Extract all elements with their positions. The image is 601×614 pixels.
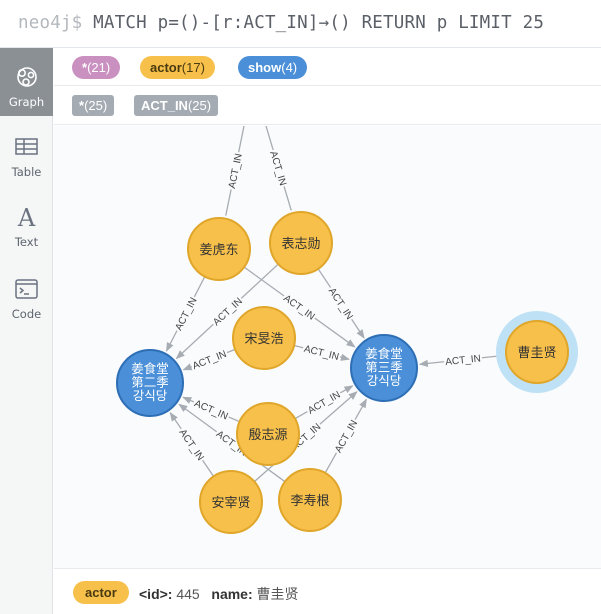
relationship-edge[interactable]: ACT_IN — [169, 412, 215, 477]
table-icon — [15, 138, 38, 155]
graph-canvas[interactable]: ACT_IN ACT_IN ACT_IN ACT_IN ACT_IN ACT_IN ACT_… — [54, 125, 601, 568]
actor-node-label: 表志勋 — [281, 237, 320, 252]
relationship-label: ACT_IN — [177, 427, 206, 463]
relationship-edge[interactable]: ACT_IN — [182, 396, 240, 423]
label-pill-show[interactable]: show(4) — [238, 56, 308, 79]
selected-node-properties: <id>: 445 name: 曹圭贤 — [139, 584, 299, 604]
actor-node-label: 安宰贤 — [211, 495, 250, 511]
name-value: 曹圭贤 — [256, 586, 299, 602]
actor-node-label: 殷志源 — [248, 428, 287, 443]
actor-node[interactable]: 表志勋 — [269, 211, 333, 275]
query-text[interactable]: neo4j$ MATCH p=()-[r:ACT_IN]→() RETURN p… — [18, 13, 544, 33]
node-label-legend: *(21) actor(17) show(4) — [54, 48, 601, 86]
properties-footer: actor <id>: 445 name: 曹圭贤 — [54, 568, 601, 614]
show-node-label: 강식당 — [367, 373, 402, 388]
id-key: <id>: — [139, 586, 173, 602]
relationship-edge[interactable]: ACT_IN — [265, 125, 292, 211]
view-sidebar: Graph Table A Text Code — [0, 48, 53, 614]
code-icon — [15, 279, 38, 299]
relationship-label: ACT_IN — [174, 296, 200, 333]
show-node-label: 강식당 — [133, 388, 168, 403]
actor-node-label: 李寿根 — [290, 494, 329, 509]
relationship-label: ACT_IN — [192, 398, 229, 422]
relationship-label: ACT_IN — [227, 153, 245, 190]
actor-node[interactable]: 安宰贤 — [199, 470, 263, 534]
relationship-edge[interactable]: ACT_IN — [225, 125, 245, 216]
graph-icon — [17, 67, 37, 87]
selected-node-label[interactable]: actor — [73, 581, 129, 604]
actor-node[interactable]: 李寿根 — [278, 468, 342, 532]
actor-node[interactable]: 曹圭贤 — [505, 320, 569, 384]
rel-tag-count: (25) — [84, 98, 108, 113]
sidebar-item-text[interactable]: A Text — [0, 188, 53, 256]
label-pill-count: (21) — [87, 60, 111, 75]
sidebar-item-label: Table — [11, 165, 42, 179]
relationship-edge[interactable]: ACT_IN — [317, 268, 365, 339]
query-string[interactable]: MATCH p=()-[r:ACT_IN]→() RETURN p LIMIT … — [93, 13, 544, 33]
relationship-label: ACT_IN — [191, 349, 228, 372]
graph-nodes: 姜虎东 表志勋宋旻浩殷志源安宰贤 李寿根 曹圭贤 姜食堂第二季강식당 姜食堂第三季강식당 — [116, 211, 578, 534]
relationship-edge[interactable]: ACT_IN — [165, 276, 206, 352]
show-node[interactable]: 姜食堂第二季강식당 — [116, 349, 184, 417]
label-pill-name: show — [248, 60, 282, 75]
relationship-edge[interactable]: ACT_IN — [293, 341, 350, 363]
sidebar-item-code[interactable]: Code — [0, 260, 53, 328]
query-bar[interactable]: neo4j$ MATCH p=()-[r:ACT_IN]→() RETURN p… — [0, 0, 601, 48]
rel-tag-act-in[interactable]: ACT_IN(25) — [134, 95, 219, 116]
show-node[interactable]: 姜食堂第三季강식당 — [350, 334, 418, 402]
sidebar-item-table[interactable]: Table — [0, 118, 53, 186]
sidebar-item-label: Text — [14, 235, 39, 249]
label-pill-actor[interactable]: actor(17) — [140, 56, 215, 79]
relationship-type-legend: *(25) ACT_IN(25) — [54, 87, 601, 125]
rel-tag-count: (25) — [187, 98, 212, 113]
id-value: 445 — [176, 586, 200, 602]
actor-node-label: 姜虎东 — [199, 243, 238, 258]
relationship-label: ACT_IN — [306, 390, 342, 417]
relationship-edge[interactable]: ACT_IN — [324, 398, 367, 474]
actor-node[interactable]: 姜虎东 — [187, 217, 251, 281]
rel-tag-all[interactable]: *(25) — [72, 95, 115, 116]
label-pill-count: (4) — [281, 60, 298, 75]
actor-node[interactable]: 宋旻浩 — [232, 306, 296, 370]
graph-edges: ACT_IN ACT_INACT_IN ACT_INACT_IN ACT_INACT_… — [165, 125, 507, 483]
actor-node-label: 宋旻浩 — [244, 332, 283, 347]
relationship-edge[interactable]: ACT_IN — [182, 347, 236, 372]
label-pill-all[interactable]: *(21) — [72, 56, 121, 79]
graph-svg[interactable]: ACT_IN ACT_INACT_IN ACT_INACT_IN ACT_INACT_… — [54, 125, 601, 568]
relationship-label: ACT_IN — [445, 353, 482, 368]
rel-tag-name: ACT_IN — [141, 98, 188, 113]
name-key: name: — [211, 586, 253, 602]
relationship-label: ACT_IN — [333, 418, 360, 454]
query-prompt: neo4j$ — [18, 13, 83, 33]
relationship-edge[interactable]: ACT_IN — [418, 351, 507, 368]
label-pill-count: (17) — [181, 60, 205, 75]
text-icon: A — [17, 204, 36, 232]
label-pill-name: actor — [150, 60, 182, 75]
sidebar-item-graph[interactable]: Graph — [0, 48, 53, 116]
sidebar-item-label: Graph — [8, 95, 45, 109]
sidebar-item-label: Code — [11, 307, 42, 321]
svg-text:A: A — [17, 204, 36, 232]
actor-node-label: 曹圭贤 — [517, 346, 556, 361]
actor-node[interactable]: 殷志源 — [236, 402, 300, 466]
